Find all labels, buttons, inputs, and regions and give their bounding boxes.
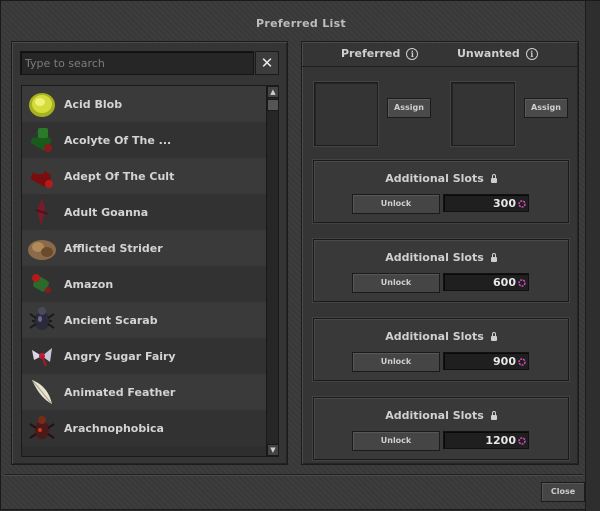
- preferred-header: Preferred i: [341, 47, 419, 60]
- unwanted-header: Unwanted i: [457, 47, 538, 60]
- additional-slots-box: Additional Slots Unlock 900: [313, 318, 569, 381]
- creature-name: Ancient Scarab: [64, 313, 158, 327]
- scroll-up-icon[interactable]: ▲: [267, 86, 278, 98]
- coin-icon: [518, 437, 526, 445]
- additional-slots-title: Additional Slots: [314, 330, 568, 343]
- list-scrollbar[interactable]: ▲ ▼: [266, 86, 278, 456]
- creature-name: Adept Of The Cult: [64, 169, 175, 183]
- list-item[interactable]: Amazon: [22, 266, 266, 302]
- creature-name: Afflicted Strider: [64, 241, 163, 255]
- price-display: 600: [443, 273, 529, 291]
- price-value: 300: [493, 197, 516, 210]
- acid-blob-icon: [26, 88, 58, 120]
- unlock-button[interactable]: Unlock: [352, 194, 440, 214]
- assign-preferred-button[interactable]: Assign: [387, 98, 431, 118]
- footer-divider: [5, 474, 583, 475]
- window-edge: [585, 1, 600, 511]
- assign-unwanted-button[interactable]: Assign: [524, 98, 568, 118]
- preferences-panel: Preferred i Unwanted i Assign Assign Add…: [301, 41, 579, 465]
- lock-icon: [490, 332, 497, 341]
- acolyte-icon: [26, 124, 58, 156]
- list-item[interactable]: Afflicted Strider: [22, 230, 266, 266]
- close-icon[interactable]: ✕: [255, 51, 279, 75]
- creature-name: Angry Sugar Fairy: [64, 349, 176, 363]
- creature-name: Animated Feather: [64, 385, 176, 399]
- coin-icon: [518, 200, 526, 208]
- additional-slots-title: Additional Slots: [314, 172, 568, 185]
- lock-icon: [490, 174, 497, 183]
- additional-slots-title: Additional Slots: [314, 409, 568, 422]
- preferred-label: Preferred: [341, 47, 401, 60]
- search-box: [20, 51, 254, 75]
- price-value: 900: [493, 355, 516, 368]
- scroll-thumb[interactable]: [267, 99, 278, 111]
- additional-slots-box: Additional Slots Unlock 600: [313, 239, 569, 302]
- price-display: 1200: [443, 431, 529, 449]
- adept-icon: [26, 160, 58, 192]
- creature-name: Arachnophobica: [64, 421, 164, 435]
- preference-header: Preferred i Unwanted i: [302, 42, 578, 67]
- list-item[interactable]: Acid Blob: [22, 86, 266, 122]
- list-item[interactable]: Arachnophobica: [22, 410, 266, 446]
- creature-name: Acolyte Of The ...: [64, 133, 172, 147]
- window-title: Preferred List: [256, 17, 346, 30]
- list-item[interactable]: Adult Goanna: [22, 194, 266, 230]
- arachnophobica-icon: [26, 412, 58, 444]
- list-item[interactable]: Acolyte Of The ...: [22, 122, 266, 158]
- price-display: 900: [443, 352, 529, 370]
- unwanted-slot[interactable]: [451, 82, 515, 146]
- unlock-button[interactable]: Unlock: [352, 273, 440, 293]
- preferred-slot[interactable]: [314, 82, 378, 146]
- price-value: 1200: [485, 434, 516, 447]
- additional-slots-box: Additional Slots Unlock 300: [313, 160, 569, 223]
- creature-name: Acid Blob: [64, 97, 123, 111]
- unwanted-label: Unwanted: [457, 47, 520, 60]
- lock-icon: [490, 411, 497, 420]
- list-item[interactable]: Adept Of The Cult: [22, 158, 266, 194]
- goanna-icon: [26, 196, 58, 228]
- feather-icon: [26, 376, 58, 408]
- unlock-button[interactable]: Unlock: [352, 431, 440, 451]
- coin-icon: [518, 358, 526, 366]
- creature-list-panel: ✕ Acid Blob: [11, 41, 288, 465]
- coin-icon: [518, 279, 526, 287]
- scroll-down-icon[interactable]: ▼: [267, 444, 278, 456]
- price-display: 300: [443, 194, 529, 212]
- info-icon[interactable]: i: [525, 47, 538, 60]
- strider-icon: [26, 232, 58, 264]
- creature-name: Amazon: [64, 277, 114, 291]
- creature-list: Acid Blob Acolyte Of The ... Adept Of Th…: [21, 85, 279, 457]
- amazon-icon: [26, 268, 58, 300]
- unlock-button[interactable]: Unlock: [352, 352, 440, 372]
- creature-name: Adult Goanna: [64, 205, 149, 219]
- search-input[interactable]: [21, 53, 253, 74]
- price-value: 600: [493, 276, 516, 289]
- list-item[interactable]: Animated Feather: [22, 374, 266, 410]
- additional-slots-title: Additional Slots: [314, 251, 568, 264]
- fairy-icon: [26, 340, 58, 372]
- list-item[interactable]: Ancient Scarab: [22, 302, 266, 338]
- additional-slots-box: Additional Slots Unlock 1200: [313, 397, 569, 460]
- close-button[interactable]: Close: [541, 482, 585, 502]
- lock-icon: [490, 253, 497, 262]
- preferred-list-window: Preferred List ✕ Acid Blob: [0, 0, 600, 511]
- list-item[interactable]: Angry Sugar Fairy: [22, 338, 266, 374]
- info-icon[interactable]: i: [406, 47, 419, 60]
- scarab-icon: [26, 304, 58, 336]
